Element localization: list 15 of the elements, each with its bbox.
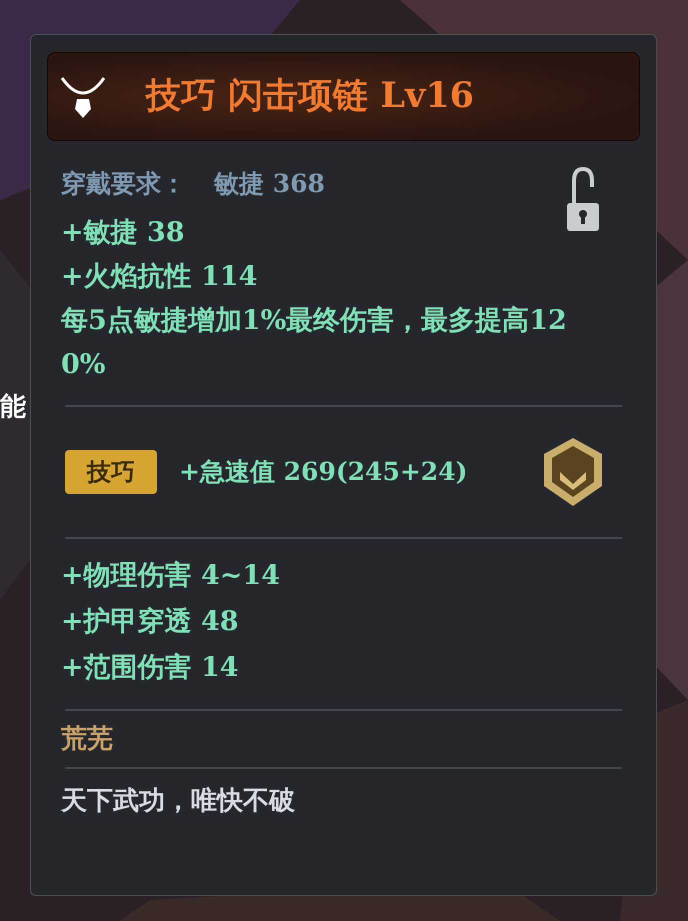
stat-line: +敏捷 38 xyxy=(61,216,186,250)
stat-line: +护甲穿透 48 xyxy=(61,605,240,639)
stat-line: +物理伤害 4~14 xyxy=(61,559,282,593)
requirement-value: 敏捷 368 xyxy=(214,169,325,199)
shield-icon xyxy=(542,436,604,508)
flavor-text: 天下武功，唯快不破 xyxy=(60,785,296,818)
stat-line: +火焰抗性 114 xyxy=(61,260,258,294)
stat-line: +范围伤害 14 xyxy=(61,651,240,685)
item-title: 技巧 闪击项链 Lv16 xyxy=(146,74,474,118)
stat-line: 每5点敏捷增加1%最终伤害，最多提高120% xyxy=(61,304,568,382)
affix-tag: 技巧 xyxy=(65,450,157,494)
set-name: 荒芜 xyxy=(60,723,114,756)
background-text: 能 xyxy=(0,394,26,420)
affix-stat: +急速值 269(245+24) xyxy=(179,456,468,488)
requirement-label: 穿戴要求： xyxy=(61,169,186,199)
